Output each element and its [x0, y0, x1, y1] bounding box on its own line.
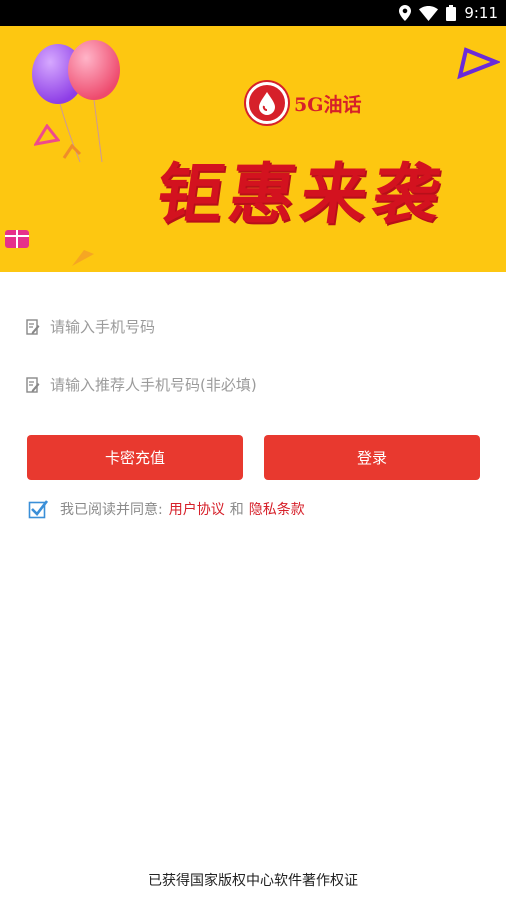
status-icons: 9:11 [399, 3, 498, 23]
phone-field[interactable] [26, 312, 480, 342]
status-bar: 9:11 [0, 0, 506, 26]
card-recharge-button[interactable]: 卡密充值 [27, 435, 243, 480]
location-icon [399, 5, 412, 21]
login-button[interactable]: 登录 [264, 435, 480, 480]
agreement-row: 我已阅读并同意: 用户协议 和 隐私条款 [28, 498, 305, 520]
privacy-policy-link[interactable]: 隐私条款 [249, 499, 305, 519]
user-agreement-link[interactable]: 用户协议 [169, 499, 225, 519]
confetti-triangle-purple [457, 47, 500, 80]
agreement-text: 我已阅读并同意: [60, 502, 163, 518]
brand-lockup: 5G油话 [246, 82, 361, 124]
referrer-field[interactable] [26, 370, 480, 400]
edit-document-icon [26, 319, 40, 335]
brand-logo-icon [246, 82, 288, 124]
confetti-orange [62, 144, 82, 159]
brand-name: 5G油话 [294, 93, 362, 116]
gift-box-decoration [5, 230, 29, 248]
agreement-and: 和 [229, 502, 244, 518]
referrer-input[interactable] [50, 376, 450, 394]
battery-icon [446, 5, 457, 21]
wifi-icon [419, 5, 439, 21]
banner-headline: 钜惠来袭 [151, 155, 451, 233]
phone-input[interactable] [50, 318, 450, 336]
confetti-yellow [72, 250, 94, 266]
copyright-footer: 已获得国家版权中心软件著作权证 [148, 873, 358, 889]
promo-banner[interactable]: 5G油话 钜惠来袭 [0, 26, 506, 272]
status-time: 9:11 [464, 4, 498, 22]
edit-document-icon [26, 377, 40, 393]
confetti-triangle-pink [34, 124, 60, 146]
agreement-checkbox[interactable] [28, 499, 48, 519]
